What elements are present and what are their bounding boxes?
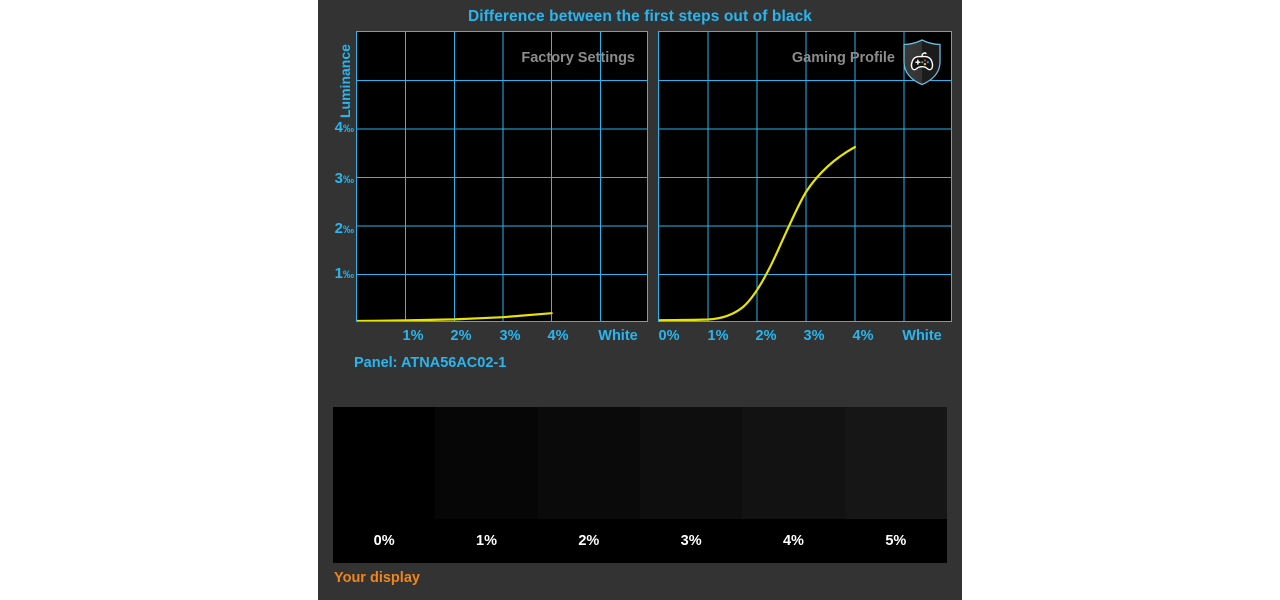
x-tick-right-1: 1%: [707, 328, 729, 344]
gradient-label-5: 5%: [885, 533, 907, 549]
gradient-swatch-3: [639, 407, 743, 519]
gradient-label-0: 0%: [373, 533, 395, 549]
gradient-label-3: 3%: [680, 533, 702, 549]
gradient-step-0: 0%: [333, 407, 436, 563]
gradient-step-5: 5%: [844, 407, 947, 563]
x-tick-right-3: 3%: [803, 328, 825, 344]
x-tick-right-0: 0%: [658, 328, 680, 344]
screenshot-root: Difference between the first steps out o…: [0, 0, 1280, 600]
gradient-step-4: 4%: [742, 407, 845, 563]
x-tick-left-3: 3%: [499, 328, 521, 344]
gradient-swatch-4: [742, 407, 845, 519]
x-tick-right-4: 4%: [852, 328, 874, 344]
chart-factory-settings[interactable]: Factory Settings: [356, 31, 648, 322]
x-tick-right-white: White: [902, 328, 942, 344]
your-display-label: Your display: [334, 570, 420, 586]
page-title: Difference between the first steps out o…: [467, 8, 813, 25]
x-tick-left-white: White: [598, 328, 638, 344]
gradient-step-1: 1%: [435, 407, 538, 563]
x-tick-right-2: 2%: [755, 328, 777, 344]
gradient-step-2: 2%: [537, 407, 640, 563]
shield-gamepad-icon: [901, 38, 943, 86]
y-tick-4: 4‰: [334, 119, 354, 136]
y-axis-title: Luminance: [337, 44, 353, 118]
gradient-swatch-0: [333, 407, 436, 519]
x-tick-left-2: 2%: [450, 328, 472, 344]
chart-canvas-left: [357, 32, 647, 321]
gradient-step-3: 3%: [639, 407, 743, 563]
chart-label-gaming-profile: Gaming Profile: [791, 50, 895, 66]
gridlines-left: [357, 32, 647, 321]
y-tick-1: 1‰: [334, 265, 354, 282]
gradient-swatch-5: [844, 407, 947, 519]
chart-gaming-profile[interactable]: Gaming Profile: [658, 31, 952, 322]
x-tick-left-1: 1%: [402, 328, 424, 344]
black-level-gradient-strip: 0% 1% 2% 3% 4% 5%: [333, 407, 947, 563]
y-tick-3: 3‰: [334, 170, 354, 187]
chart-label-factory-settings: Factory Settings: [521, 50, 635, 66]
gradient-label-2: 2%: [578, 533, 600, 549]
gradient-swatch-1: [435, 407, 538, 519]
gradient-swatch-2: [537, 407, 640, 519]
y-tick-2: 2‰: [334, 220, 354, 237]
gradient-label-1: 1%: [476, 533, 497, 549]
review-panel: Difference between the first steps out o…: [318, 0, 962, 600]
panel-model-label: Panel: ATNA56AC02-1: [354, 355, 507, 371]
x-tick-left-4: 4%: [547, 328, 569, 344]
gradient-label-4: 4%: [782, 533, 804, 549]
